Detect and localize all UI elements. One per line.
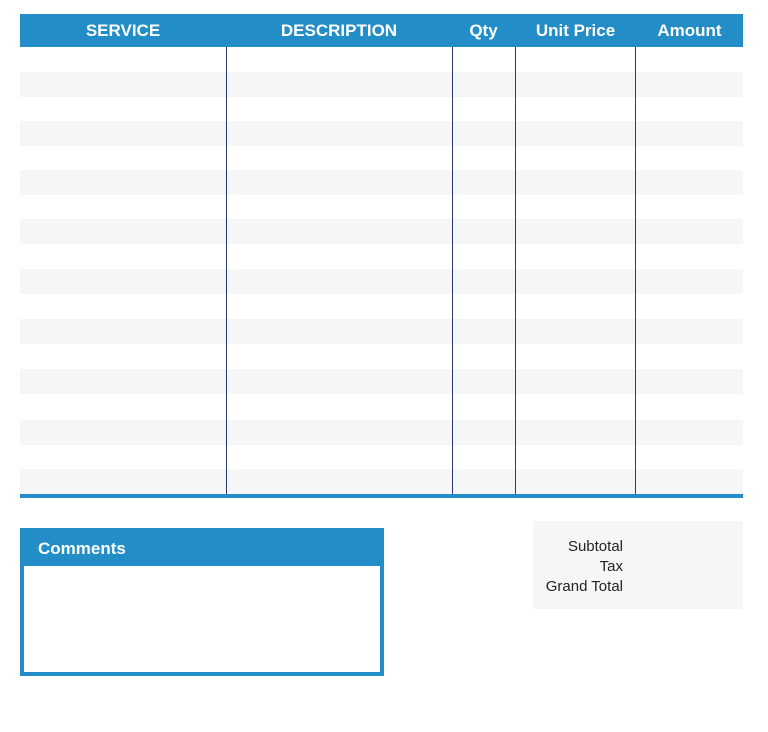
tax-label: Tax	[599, 558, 623, 575]
comments-field[interactable]	[24, 566, 380, 672]
table-bottom-rule	[20, 494, 743, 498]
grand-total-label: Grand Total	[545, 578, 623, 595]
column-divider	[226, 47, 227, 495]
table-header: SERVICE DESCRIPTION Qty Unit Price Amoun…	[20, 14, 743, 47]
column-divider	[452, 47, 453, 495]
invoice-table: SERVICE DESCRIPTION Qty Unit Price Amoun…	[20, 14, 743, 498]
totals-box: Subtotal Tax Grand Total	[533, 521, 743, 609]
column-divider	[515, 47, 516, 495]
header-amount: Amount	[657, 21, 722, 40]
header-qty: Qty	[469, 21, 498, 40]
comments-title: Comments	[24, 532, 380, 566]
comments-box: Comments	[20, 528, 384, 676]
subtotal-label: Subtotal	[567, 538, 623, 555]
header-unit-price: Unit Price	[535, 21, 616, 40]
invoice-page: SERVICE DESCRIPTION Qty Unit Price Amoun…	[0, 0, 768, 732]
header-service: SERVICE	[85, 21, 161, 40]
column-divider	[635, 47, 636, 495]
header-description: DESCRIPTION	[280, 21, 398, 40]
